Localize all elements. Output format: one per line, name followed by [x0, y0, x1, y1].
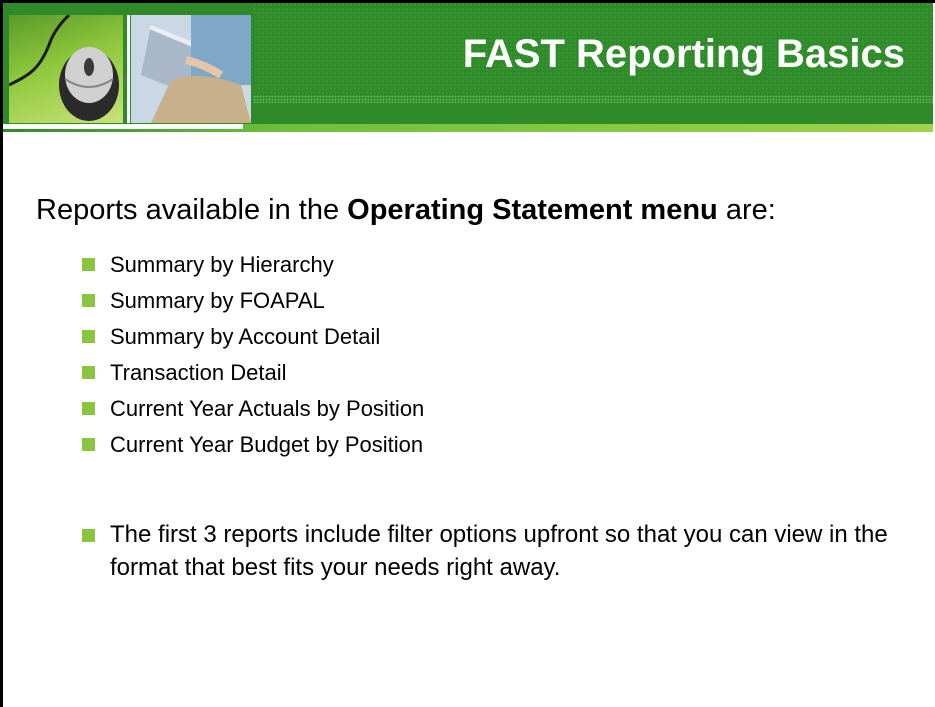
report-list-item: Current Year Actuals by Position [82, 391, 424, 427]
report-item-label: Transaction Detail [110, 360, 287, 385]
filter-note-text: The first 3 reports include filter optio… [110, 521, 888, 581]
header-dot-stripe [253, 95, 933, 103]
slide-frame-top [0, 0, 935, 3]
square-bullet-icon [82, 402, 95, 415]
square-bullet-icon [82, 366, 95, 379]
filter-note: The first 3 reports include filter optio… [82, 518, 922, 584]
square-bullet-icon [82, 330, 95, 343]
slide-title: FAST Reporting Basics [462, 32, 905, 76]
square-bullet-icon [82, 294, 95, 307]
slide: FAST Reporting Basics Reports available … [0, 0, 935, 707]
square-bullet-icon [82, 258, 95, 271]
report-list-item: Current Year Budget by Position [82, 427, 424, 463]
report-item-label: Current Year Budget by Position [110, 432, 424, 457]
intro-suffix: are: [717, 194, 776, 226]
report-list-item: Transaction Detail [82, 355, 424, 391]
intro-emphasis: Operating Statement menu [347, 194, 718, 226]
header-accent-highlight [3, 124, 243, 129]
report-item-label: Current Year Actuals by Position [110, 396, 425, 421]
report-list-item: Summary by FOAPAL [82, 283, 424, 319]
intro-prefix: Reports available in the [36, 194, 348, 226]
computer-mouse-photo [9, 15, 123, 123]
slide-frame-left [0, 0, 3, 707]
laptop-user-photo [131, 15, 251, 123]
photo-divider [127, 15, 130, 123]
report-item-label: Summary by Account Detail [110, 324, 381, 349]
report-list: Summary by Hierarchy Summary by FOAPAL S… [82, 247, 424, 463]
report-item-label: Summary by FOAPAL [110, 288, 325, 313]
square-bullet-icon [82, 529, 95, 542]
report-list-item: Summary by Hierarchy [82, 247, 424, 283]
report-list-item: Summary by Account Detail [82, 319, 424, 355]
square-bullet-icon [82, 438, 95, 451]
report-item-label: Summary by Hierarchy [110, 252, 334, 277]
intro-line: Reports available in the Operating State… [36, 193, 776, 227]
slide-header: FAST Reporting Basics [3, 3, 933, 124]
